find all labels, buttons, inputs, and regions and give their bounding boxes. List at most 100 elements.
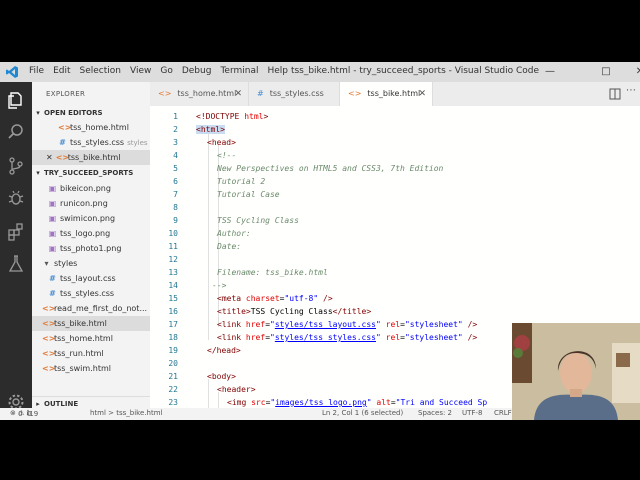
line-ending[interactable]: CRLF bbox=[494, 409, 512, 417]
minimize-icon[interactable]: — bbox=[542, 64, 558, 80]
code-line: <meta charset="utf-8" /> bbox=[217, 294, 333, 303]
css-file-icon: # bbox=[49, 274, 56, 283]
code-line: <body> bbox=[207, 372, 236, 381]
close-editor-icon[interactable]: ✕ bbox=[46, 153, 53, 162]
file-item[interactable]: # tss_styles.css bbox=[32, 286, 166, 301]
open-editor-item-active[interactable]: ✕ <>tss_bike.html bbox=[32, 150, 164, 165]
file-item[interactable]: <>tss_run.html bbox=[32, 346, 160, 361]
split-editor-icon[interactable] bbox=[609, 88, 621, 100]
code-line: <head> bbox=[207, 138, 236, 147]
title-bar: File Edit Selection View Go Debug Termin… bbox=[0, 62, 640, 82]
code-line: <!DOCTYPE html> bbox=[196, 112, 269, 121]
code-line: </head> bbox=[207, 346, 241, 355]
file-item[interactable]: # tss_layout.css bbox=[32, 271, 166, 286]
more-actions-icon[interactable]: ⋯ bbox=[626, 85, 636, 96]
html-file-icon: <> bbox=[55, 153, 70, 162]
code-line: <img src="images/tss_logo.png" alt="Tri … bbox=[227, 398, 488, 407]
close-tab-icon[interactable]: ✕ bbox=[418, 82, 426, 106]
file-item[interactable]: ▣ bikeicon.png bbox=[32, 181, 166, 196]
folder-item[interactable]: ▾ styles bbox=[32, 256, 160, 271]
project-section[interactable]: ▾ TRY_SUCCEED_SPORTS bbox=[32, 166, 150, 180]
html-file-icon: <> bbox=[42, 334, 56, 343]
debug-icon[interactable] bbox=[6, 188, 26, 208]
css-file-icon: # bbox=[49, 289, 56, 298]
line-number: 20 bbox=[168, 359, 178, 368]
file-item[interactable]: <>tss_swim.html bbox=[32, 361, 160, 376]
code-line: Tutorial Case bbox=[217, 190, 280, 199]
cursor-position[interactable]: Ln 2, Col 1 (6 selected) bbox=[322, 409, 403, 417]
file-item[interactable]: ▣ runicon.png bbox=[32, 196, 166, 211]
line-number: 11 bbox=[168, 242, 178, 251]
code-line: Author: bbox=[217, 229, 251, 238]
encoding[interactable]: UTF-8 bbox=[462, 409, 482, 417]
line-number: 17 bbox=[168, 320, 178, 329]
html-file-icon: <> bbox=[158, 89, 172, 98]
line-number: 2 bbox=[173, 125, 178, 134]
file-item[interactable]: <>tss_home.html bbox=[32, 331, 160, 346]
presenter-video bbox=[512, 323, 640, 420]
explorer-icon[interactable] bbox=[6, 90, 26, 110]
code-line: Tutorial 2 bbox=[217, 177, 266, 186]
html-file-icon: <> bbox=[42, 349, 56, 358]
file-item[interactable]: ▣ tss_photo1.png bbox=[32, 241, 166, 256]
chevron-down-icon: ▾ bbox=[36, 109, 40, 117]
line-number: 18 bbox=[168, 333, 178, 342]
code-line: TSS Cycling Class bbox=[217, 216, 299, 225]
maximize-icon[interactable]: □ bbox=[598, 64, 614, 80]
image-file-icon: ▣ bbox=[48, 244, 57, 253]
html-file-icon: <> bbox=[42, 364, 56, 373]
test-flask-icon[interactable] bbox=[6, 254, 26, 274]
close-window-icon[interactable]: ✕ bbox=[632, 64, 640, 80]
line-number: 1 bbox=[173, 112, 178, 121]
breadcrumb[interactable]: html > tss_bike.html bbox=[90, 409, 162, 417]
file-item-selected[interactable]: <>tss_bike.html bbox=[32, 316, 160, 331]
html-file-icon: <> bbox=[348, 89, 362, 98]
line-number: 4 bbox=[173, 151, 178, 160]
line-number: 3 bbox=[173, 138, 178, 147]
indentation[interactable]: Spaces: 2 bbox=[418, 409, 452, 417]
line-number: 14 bbox=[168, 281, 178, 290]
problems-indicator[interactable]: ⊗ 0 ⚠ 0 ℹ 19 bbox=[10, 409, 38, 418]
chevron-down-icon: ▾ bbox=[44, 259, 49, 268]
code-line-selected: <html> bbox=[196, 125, 225, 134]
file-item[interactable]: ▣ swimicon.png bbox=[32, 211, 166, 226]
code-line: Date: bbox=[217, 242, 242, 251]
tab-tss-home[interactable]: <> tss_home.html ✕ bbox=[150, 82, 249, 106]
file-item[interactable]: ▣ tss_logo.png bbox=[32, 226, 166, 241]
code-line: <title>TSS Cycling Class</title> bbox=[217, 307, 372, 316]
extensions-icon[interactable] bbox=[6, 222, 26, 242]
css-file-icon: # bbox=[257, 89, 264, 98]
webcam-overlay bbox=[512, 323, 640, 420]
line-number: 19 bbox=[168, 346, 178, 355]
code-line: <link href="styles/tss_layout.css" rel="… bbox=[217, 320, 478, 329]
tab-tss-bike[interactable]: <> tss_bike.html ✕ bbox=[340, 82, 433, 106]
html-file-icon: <> bbox=[42, 304, 56, 313]
html-file-icon: <> bbox=[42, 319, 56, 328]
close-tab-icon[interactable]: ✕ bbox=[234, 82, 242, 106]
line-number: 7 bbox=[173, 190, 178, 199]
search-icon[interactable] bbox=[6, 122, 26, 142]
line-number: 16 bbox=[168, 307, 178, 316]
line-number: 5 bbox=[173, 164, 178, 173]
code-line: <header> bbox=[217, 385, 256, 394]
code-line: Filename: tss_bike.html bbox=[217, 268, 328, 277]
line-number: 21 bbox=[168, 372, 178, 381]
line-number: 22 bbox=[168, 385, 178, 394]
code-line: <!-- bbox=[217, 151, 237, 160]
file-item[interactable]: <>read_me_first_do_not... bbox=[32, 301, 160, 316]
line-number: 15 bbox=[168, 294, 178, 303]
image-file-icon: ▣ bbox=[48, 199, 57, 208]
activity-bar bbox=[0, 82, 32, 420]
line-number: 12 bbox=[168, 255, 178, 264]
image-file-icon: ▣ bbox=[48, 184, 57, 193]
image-file-icon: ▣ bbox=[48, 229, 57, 238]
source-control-icon[interactable] bbox=[6, 156, 26, 176]
line-number: 6 bbox=[173, 177, 178, 186]
line-number: 13 bbox=[168, 268, 178, 277]
explorer-header: EXPLORER bbox=[46, 90, 86, 98]
chevron-down-icon: ▾ bbox=[36, 169, 40, 177]
open-editors-section[interactable]: ▾ OPEN EDITORS bbox=[32, 106, 150, 120]
line-number: 8 bbox=[173, 203, 178, 212]
line-number: 9 bbox=[173, 216, 178, 225]
tab-tss-styles[interactable]: # tss_styles.css bbox=[249, 82, 340, 106]
